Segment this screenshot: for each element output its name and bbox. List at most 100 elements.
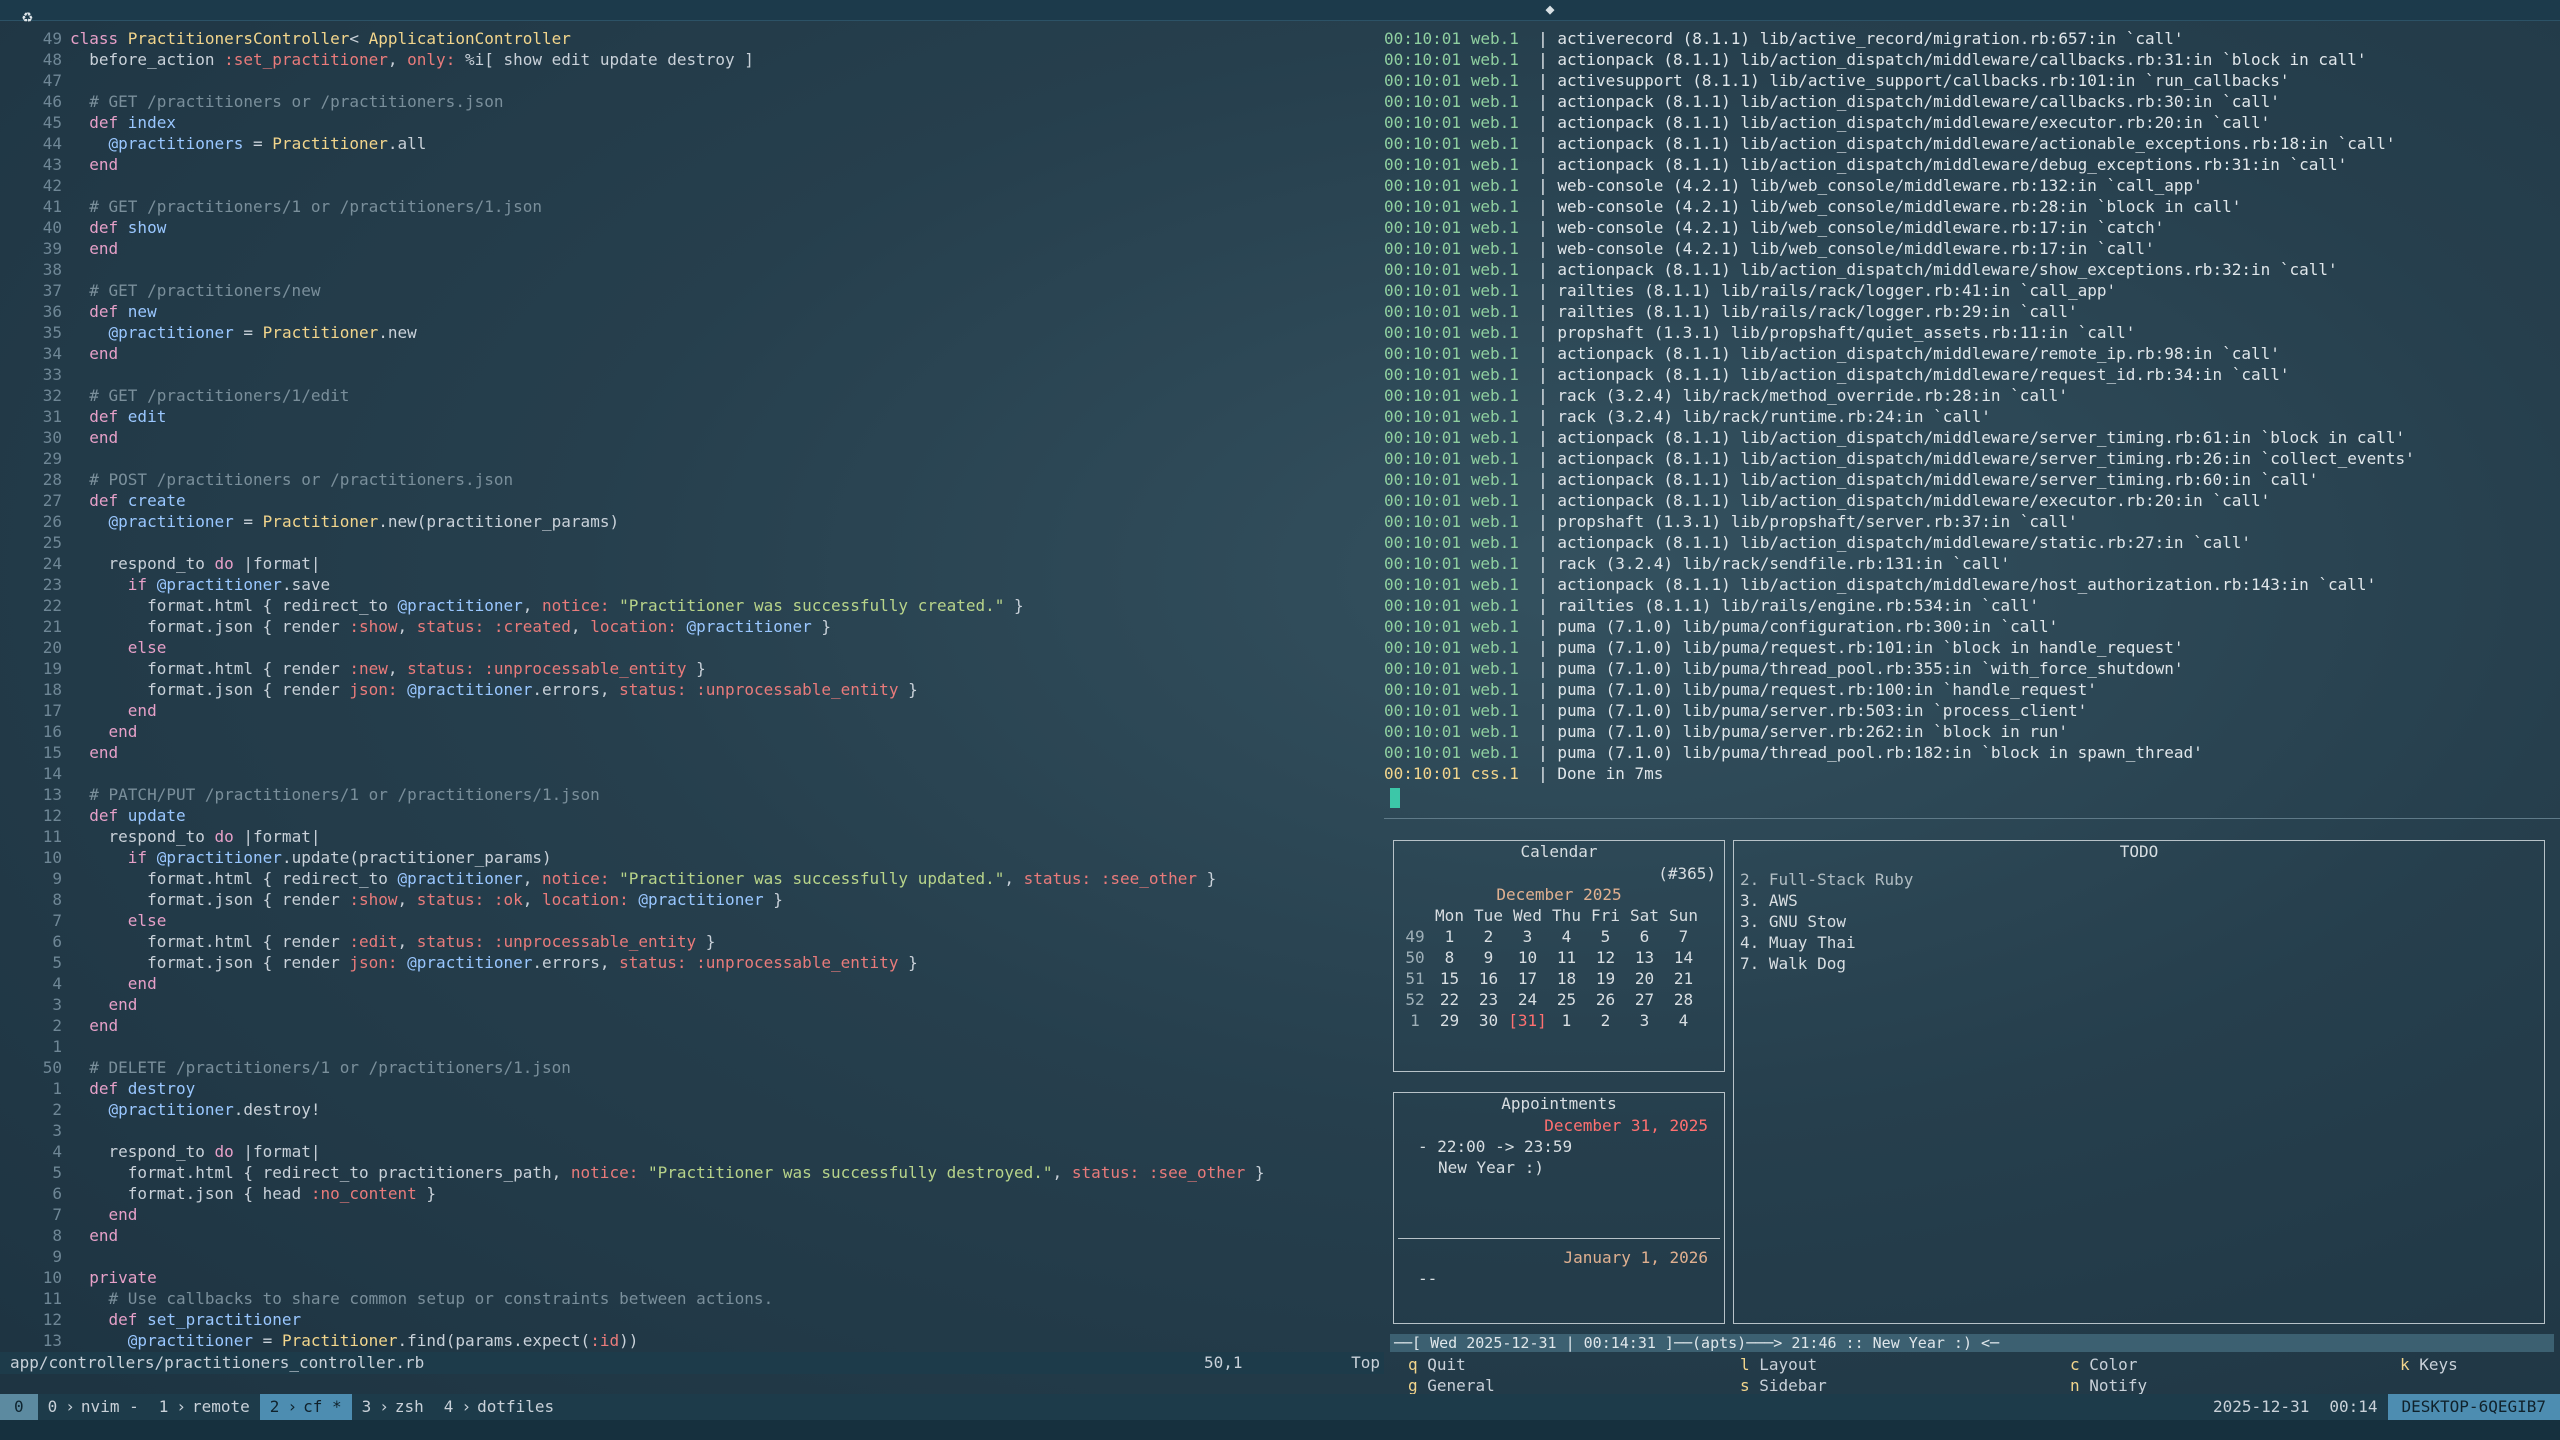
calendar-day[interactable]: 3 <box>1508 926 1547 947</box>
calendar-day[interactable]: 14 <box>1664 947 1703 968</box>
code-line[interactable]: 1 def destroy <box>0 1078 1384 1099</box>
code-line[interactable]: 10 private <box>0 1267 1384 1288</box>
code-line[interactable]: 13 # PATCH/PUT /practitioners/1 or /prac… <box>0 784 1384 805</box>
key-quit-label[interactable]: Quit <box>1427 1355 1466 1374</box>
code-line[interactable]: 27 def create <box>0 490 1384 511</box>
tmux-window[interactable]: 3 › zsh <box>352 1394 434 1420</box>
code-line[interactable]: 36 def new <box>0 301 1384 322</box>
code-line[interactable]: 19 format.html { render :new, status: :u… <box>0 658 1384 679</box>
calendar-day[interactable]: 26 <box>1586 989 1625 1010</box>
todo-item[interactable]: 4. Muay Thai <box>1740 932 2544 953</box>
calendar-day[interactable]: 11 <box>1547 947 1586 968</box>
code-line[interactable]: 39 end <box>0 238 1384 259</box>
code-line[interactable]: 24 respond_to do |format| <box>0 553 1384 574</box>
calendar-day[interactable]: 12 <box>1586 947 1625 968</box>
calendar-day[interactable]: 19 <box>1586 968 1625 989</box>
server-log-pane[interactable]: 00:10:01 web.1 | activerecord (8.1.1) li… <box>1384 28 2560 818</box>
todo-panel[interactable]: TODO 2. Full-Stack Ruby 3. AWS 3. GNU Stow… <box>1733 840 2545 1324</box>
code-line[interactable]: 46 # GET /practitioners or /practitioner… <box>0 91 1384 112</box>
code-line[interactable]: 23 if @practitioner.save <box>0 574 1384 595</box>
code-line[interactable]: 37 # GET /practitioners/new <box>0 280 1384 301</box>
tmux-window[interactable]: 0 › nvim - <box>38 1394 149 1420</box>
code-line[interactable]: 11 # Use callbacks to share common setup… <box>0 1288 1384 1309</box>
code-line[interactable]: 5 format.html { redirect_to practitioner… <box>0 1162 1384 1183</box>
calendar-day[interactable]: 7 <box>1664 926 1703 947</box>
code-line[interactable]: 7 else <box>0 910 1384 931</box>
code-line[interactable]: 45 def index <box>0 112 1384 133</box>
calendar-day[interactable]: 18 <box>1547 968 1586 989</box>
calendar-day[interactable]: 3 <box>1625 1010 1664 1031</box>
calendar-day[interactable]: 5 <box>1586 926 1625 947</box>
code-line[interactable]: 17 end <box>0 700 1384 721</box>
code-line[interactable]: 48 before_action :set_practitioner, only… <box>0 49 1384 70</box>
code-line[interactable]: 9 <box>0 1246 1384 1267</box>
code-line[interactable]: 13 @practitioner = Practitioner.find(par… <box>0 1330 1384 1351</box>
code-line[interactable]: 10 if @practitioner.update(practitioner_… <box>0 847 1384 868</box>
calendar-day[interactable]: 1 <box>1547 1010 1586 1031</box>
code-line[interactable]: 31 def edit <box>0 406 1384 427</box>
calendar-day[interactable]: 10 <box>1508 947 1547 968</box>
code-line[interactable]: 7 end <box>0 1204 1384 1225</box>
calendar-day[interactable]: 20 <box>1625 968 1664 989</box>
code-line[interactable]: 22 format.html { redirect_to @practition… <box>0 595 1384 616</box>
key-color-label[interactable]: Color <box>2089 1355 2137 1374</box>
todo-item[interactable]: 2. Full-Stack Ruby <box>1740 869 2544 890</box>
code-line[interactable]: 29 <box>0 448 1384 469</box>
code-line[interactable]: 40 def show <box>0 217 1384 238</box>
code-line[interactable]: 16 end <box>0 721 1384 742</box>
todo-item[interactable]: 3. AWS <box>1740 890 2544 911</box>
code-line[interactable]: 28 # POST /practitioners or /practitione… <box>0 469 1384 490</box>
calendar-day[interactable]: 28 <box>1664 989 1703 1010</box>
calendar-day[interactable]: 29 <box>1430 1010 1469 1031</box>
code-line[interactable]: 11 respond_to do |format| <box>0 826 1384 847</box>
calendar-day[interactable]: 9 <box>1469 947 1508 968</box>
key-sidebar-label[interactable]: Sidebar <box>1759 1376 1826 1395</box>
calendar-day[interactable]: 25 <box>1547 989 1586 1010</box>
calendar-day[interactable]: 17 <box>1508 968 1547 989</box>
code-line[interactable]: 20 else <box>0 637 1384 658</box>
code-line[interactable]: 33 <box>0 364 1384 385</box>
calendar-panel[interactable]: Calendar (#365) December 2025 Mon Tue Wed T… <box>1393 840 1725 1072</box>
tmux-window[interactable]: 1 › remote <box>149 1394 260 1420</box>
code-line[interactable]: 49 class PractitionersController< Applica… <box>0 28 1384 49</box>
code-line[interactable]: 1 <box>0 1036 1384 1057</box>
nvim-editor-pane[interactable]: 49 class PractitionersController< Applica… <box>0 28 1384 1350</box>
code-line[interactable]: 4 end <box>0 973 1384 994</box>
code-line[interactable]: 25 <box>0 532 1384 553</box>
key-general-label[interactable]: General <box>1427 1376 1494 1395</box>
code-line[interactable]: 44 @practitioners = Practitioner.all <box>0 133 1384 154</box>
calendar-day[interactable]: 27 <box>1625 989 1664 1010</box>
code-line[interactable]: 6 format.html { render :edit, status: :u… <box>0 931 1384 952</box>
code-line[interactable]: 38 <box>0 259 1384 280</box>
code-line[interactable]: 42 <box>0 175 1384 196</box>
calendar-day[interactable]: 30 <box>1469 1010 1508 1031</box>
calendar-day[interactable]: 2 <box>1469 926 1508 947</box>
code-line[interactable]: 35 @practitioner = Practitioner.new <box>0 322 1384 343</box>
code-line[interactable]: 26 @practitioner = Practitioner.new(prac… <box>0 511 1384 532</box>
code-line[interactable]: 4 respond_to do |format| <box>0 1141 1384 1162</box>
calendar-day[interactable]: 21 <box>1664 968 1703 989</box>
code-line[interactable]: 12 def update <box>0 805 1384 826</box>
code-line[interactable]: 8 format.json { render :show, status: :o… <box>0 889 1384 910</box>
recycle-bin-icon[interactable]: ♻ <box>22 6 50 30</box>
calendar-day[interactable]: 13 <box>1625 947 1664 968</box>
code-line[interactable]: 21 format.json { render :show, status: :… <box>0 616 1384 637</box>
todo-item[interactable]: 3. GNU Stow <box>1740 911 2544 932</box>
tmux-window[interactable]: 4 › dotfiles <box>434 1394 564 1420</box>
code-line[interactable]: 2 end <box>0 1015 1384 1036</box>
code-line[interactable]: 30 end <box>0 427 1384 448</box>
code-line[interactable]: 47 <box>0 70 1384 91</box>
code-line[interactable]: 43 end <box>0 154 1384 175</box>
tmux-window[interactable]: 2 › cf * <box>259 1394 352 1420</box>
calendar-day-today[interactable]: [31] <box>1508 1010 1547 1031</box>
calendar-day[interactable]: 22 <box>1430 989 1469 1010</box>
todo-item[interactable]: 7. Walk Dog <box>1740 953 2544 974</box>
code-line[interactable]: 3 end <box>0 994 1384 1015</box>
code-line[interactable]: 41 # GET /practitioners/1 or /practition… <box>0 196 1384 217</box>
code-line[interactable]: 5 format.json { render json: @practition… <box>0 952 1384 973</box>
tmux-session[interactable]: 0 <box>0 1394 38 1420</box>
code-line[interactable]: 12 def set_practitioner <box>0 1309 1384 1330</box>
code-line[interactable]: 18 format.json { render json: @practitio… <box>0 679 1384 700</box>
code-line[interactable]: 34 end <box>0 343 1384 364</box>
code-line[interactable]: 3 <box>0 1120 1384 1141</box>
